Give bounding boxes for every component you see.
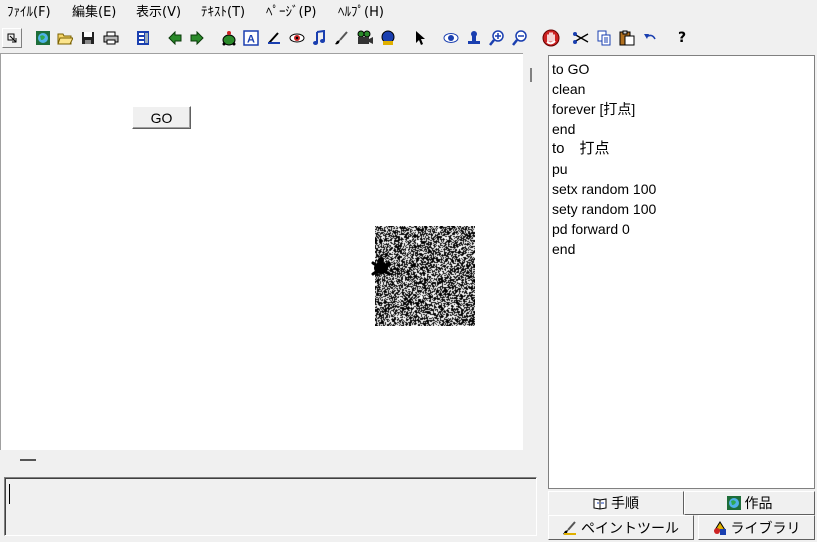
toolbar: A ? bbox=[0, 27, 817, 53]
tab-projects[interactable]: 作品 bbox=[684, 491, 815, 515]
tab-paint-tool[interactable]: ペイントツール bbox=[548, 515, 694, 540]
paintbrush-icon[interactable] bbox=[332, 28, 352, 48]
menu-page[interactable]: ﾍﾟｰｼﾞ(P) bbox=[266, 5, 316, 21]
code-line: to GO bbox=[552, 60, 589, 78]
menu-help[interactable]: ﾍﾙﾌﾟ(H) bbox=[338, 5, 384, 21]
code-line: pu bbox=[552, 160, 568, 178]
code-line: clean bbox=[552, 80, 585, 98]
command-center[interactable] bbox=[4, 477, 537, 536]
camera-icon[interactable] bbox=[355, 28, 375, 48]
music-note-icon[interactable] bbox=[309, 28, 329, 48]
tab-library-label: ライブラリ bbox=[731, 518, 801, 538]
code-line: forever [打点] bbox=[552, 100, 635, 118]
print-icon[interactable] bbox=[101, 28, 121, 48]
procedures-editor[interactable]: to GO clean forever [打点] end to 打点 pu se… bbox=[548, 55, 815, 489]
code-line: to 打点 bbox=[552, 140, 610, 158]
tab-paint-tool-label: ペイントツール bbox=[581, 518, 679, 538]
code-line: pd forward 0 bbox=[552, 220, 630, 238]
tab-library[interactable]: ライブラリ bbox=[698, 515, 815, 540]
go-button[interactable]: GO bbox=[132, 106, 191, 129]
menu-bar: ﾌｧｲﾙ(F) 編集(E) 表示(V) ﾃｷｽﾄ(T) ﾍﾟｰｼﾞ(P) ﾍﾙﾌ… bbox=[0, 0, 817, 26]
shapes-icon bbox=[713, 521, 727, 535]
code-line: sety random 100 bbox=[552, 200, 656, 218]
menu-file[interactable]: ﾌｧｲﾙ(F) bbox=[7, 5, 51, 21]
menu-edit[interactable]: 編集(E) bbox=[72, 5, 116, 21]
cut-scissors-icon[interactable] bbox=[571, 28, 591, 48]
undo-icon[interactable] bbox=[640, 28, 660, 48]
zoom-out-icon[interactable] bbox=[510, 28, 530, 48]
textbox-icon[interactable]: A bbox=[241, 28, 261, 48]
zoom-in-icon[interactable] bbox=[487, 28, 507, 48]
turtle-icon[interactable] bbox=[370, 256, 392, 278]
tab-procedures-label: 手順 bbox=[611, 493, 639, 513]
slide-icon[interactable] bbox=[133, 28, 153, 48]
canvas-scroll-marker[interactable] bbox=[530, 68, 532, 82]
open-folder-icon[interactable] bbox=[55, 28, 75, 48]
stamp-icon[interactable] bbox=[464, 28, 484, 48]
menu-view[interactable]: 表示(V) bbox=[136, 5, 181, 21]
help-question-icon[interactable]: ? bbox=[672, 28, 692, 48]
robot-icon[interactable] bbox=[378, 28, 398, 48]
code-line: setx random 100 bbox=[552, 180, 656, 198]
look-eye-icon[interactable] bbox=[441, 28, 461, 48]
forward-arrow-icon[interactable] bbox=[187, 28, 207, 48]
eye-icon[interactable] bbox=[287, 28, 307, 48]
textbox-label: A bbox=[247, 34, 255, 46]
menu-text[interactable]: ﾃｷｽﾄ(T) bbox=[201, 5, 245, 21]
paintbrush-icon bbox=[563, 521, 577, 535]
pointer-arrow-icon[interactable] bbox=[410, 28, 430, 48]
book-icon bbox=[593, 496, 607, 510]
back-arrow-icon[interactable] bbox=[165, 28, 185, 48]
copy-icon[interactable] bbox=[594, 28, 614, 48]
turtle-canvas[interactable]: GO bbox=[0, 53, 523, 450]
tab-projects-label: 作品 bbox=[745, 493, 773, 513]
save-disk-icon[interactable] bbox=[78, 28, 98, 48]
globe-icon[interactable] bbox=[33, 28, 53, 48]
globe-icon bbox=[727, 496, 741, 510]
restore-icon[interactable] bbox=[2, 28, 22, 48]
code-line: end bbox=[552, 120, 575, 138]
page-indicator[interactable] bbox=[20, 459, 36, 461]
text-cursor bbox=[9, 484, 10, 504]
turtle-icon[interactable] bbox=[219, 28, 239, 48]
stop-hand-icon[interactable] bbox=[541, 28, 561, 48]
code-line: end bbox=[552, 240, 575, 258]
tab-procedures[interactable]: 手順 bbox=[548, 491, 684, 515]
pen-icon[interactable] bbox=[264, 28, 284, 48]
paste-icon[interactable] bbox=[617, 28, 637, 48]
pane-splitter[interactable] bbox=[540, 53, 547, 542]
